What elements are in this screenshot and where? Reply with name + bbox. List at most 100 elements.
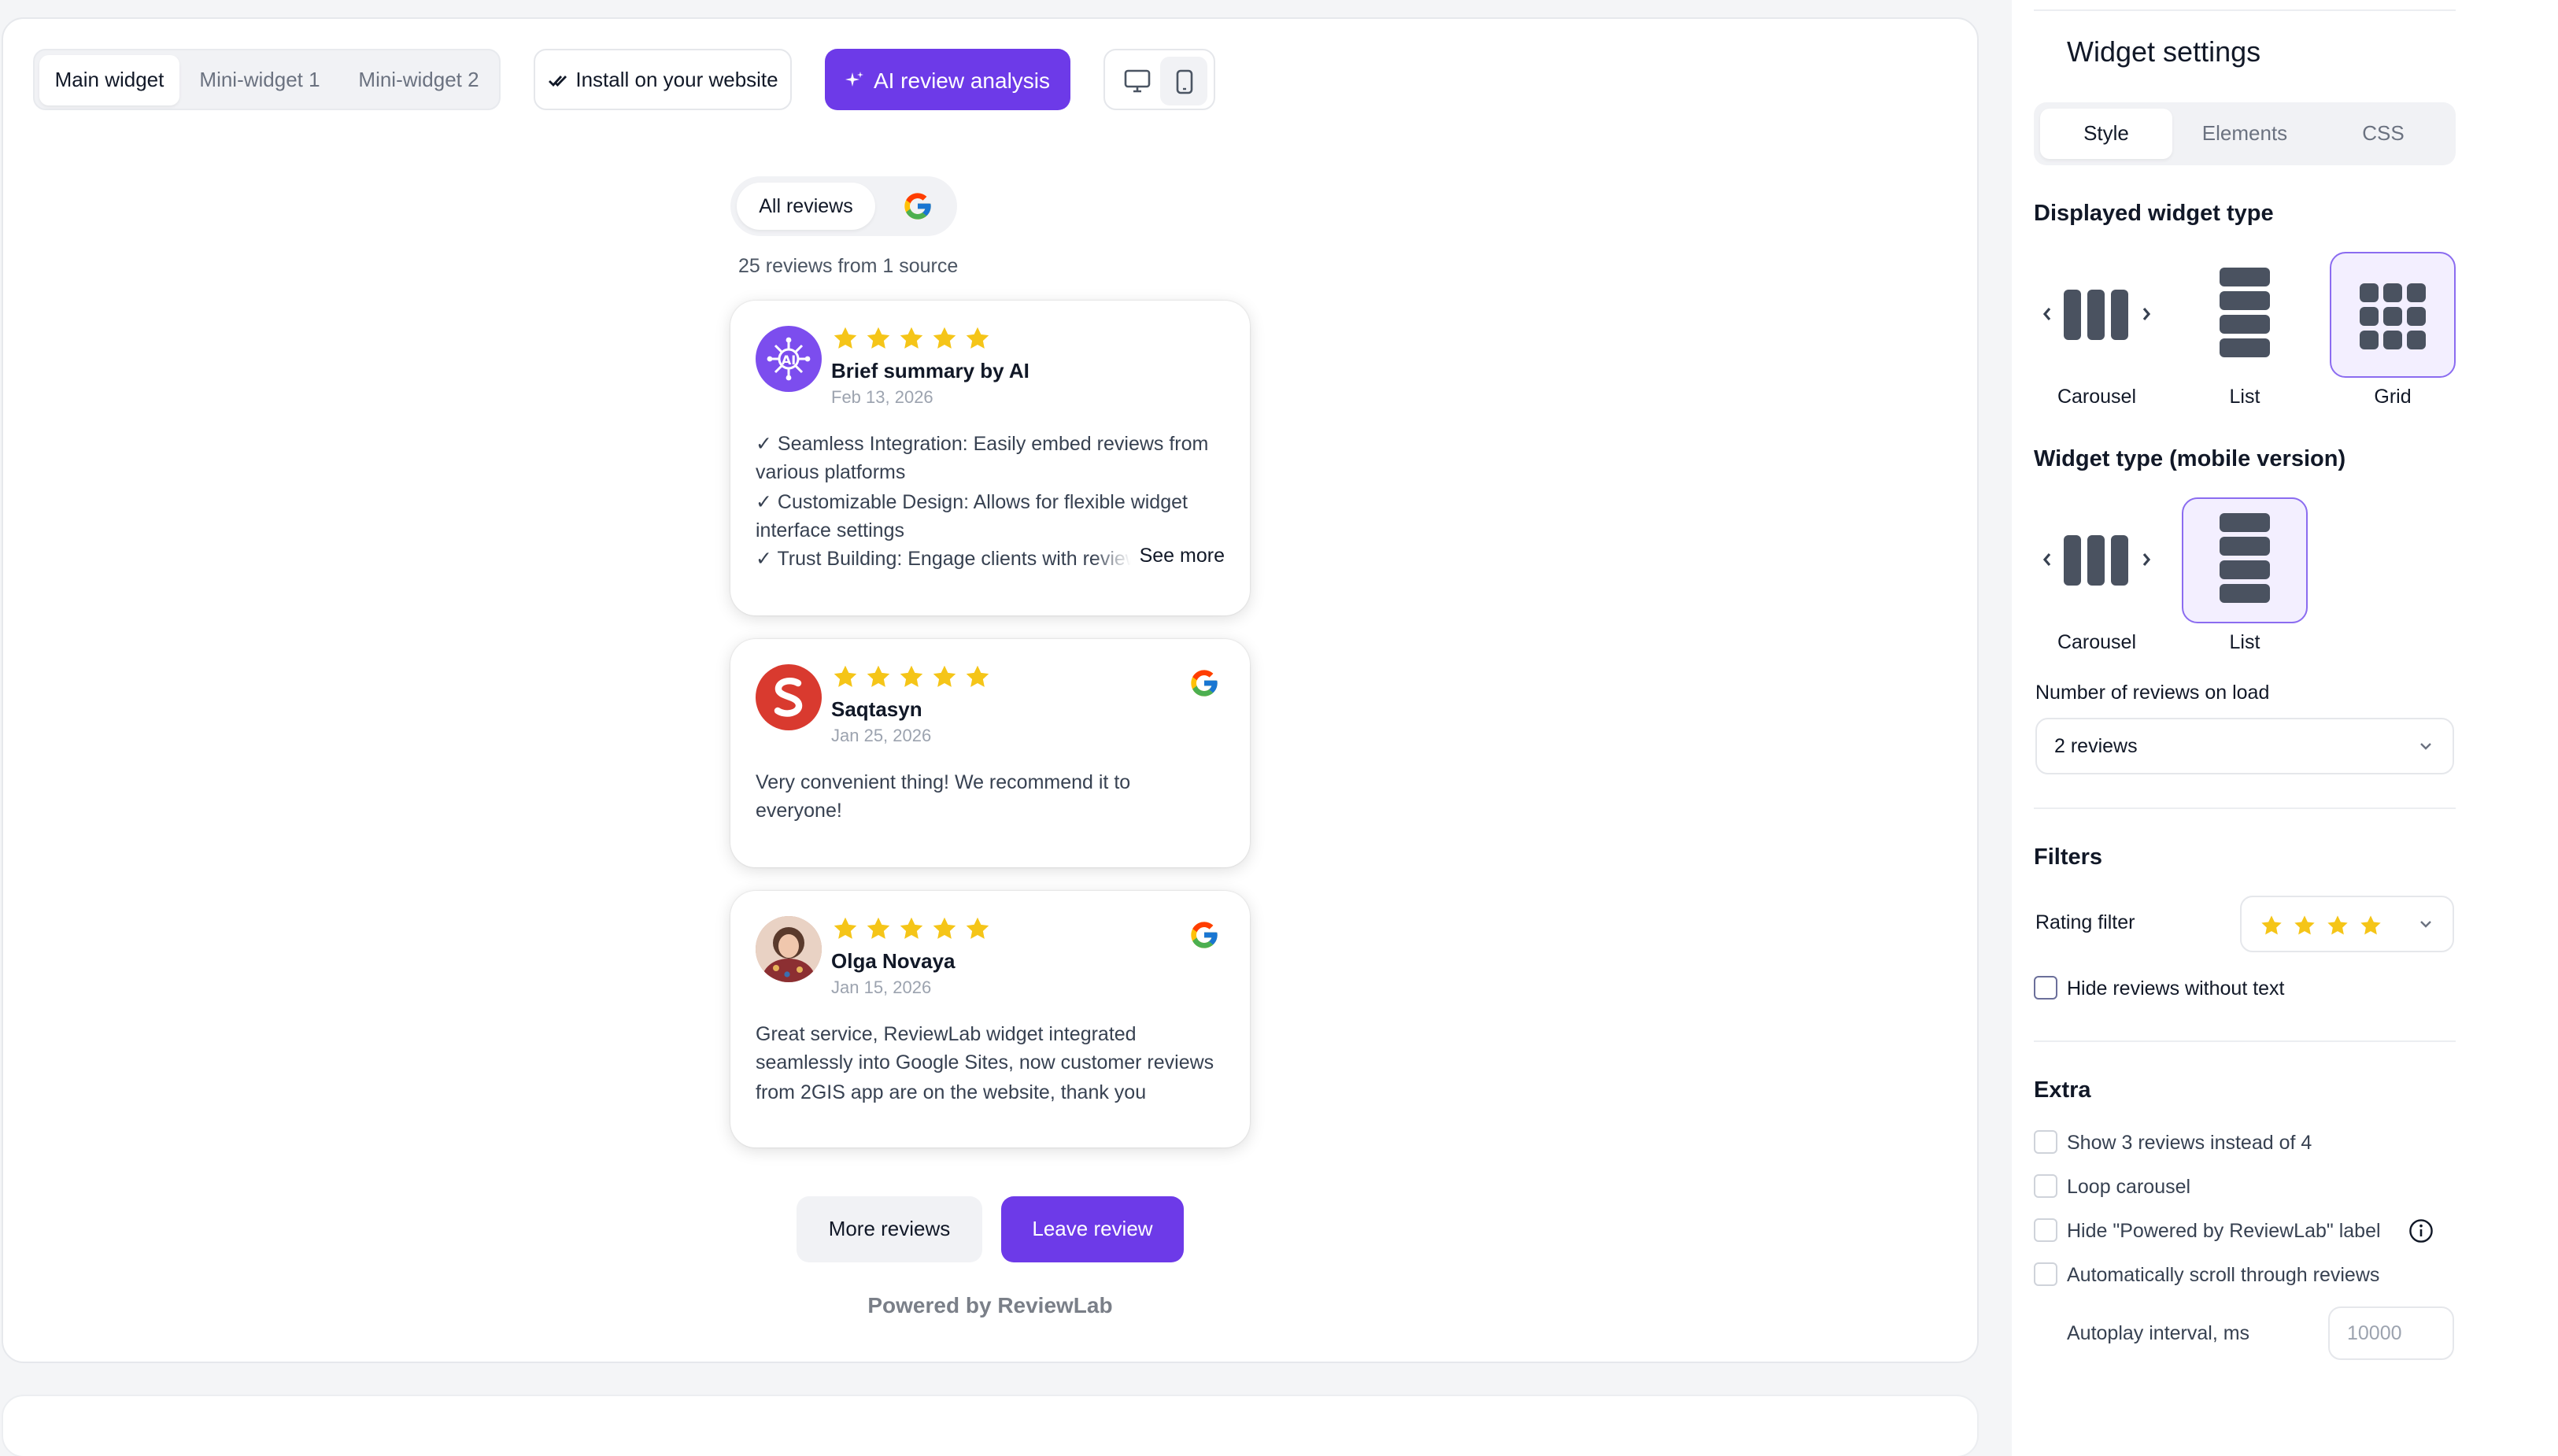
ai-brain-icon: AI [767,337,811,381]
widget-type-carousel[interactable] [2034,252,2160,378]
leave-review-button[interactable]: Leave review [1001,1196,1184,1262]
avatar [756,664,822,730]
svg-text:AI: AI [782,353,796,368]
autoplay-interval-placeholder: 10000 [2347,1322,2402,1344]
widget-type-list[interactable] [2182,252,2308,378]
mobile-list-label: List [2229,631,2260,653]
hide-powered-option[interactable]: Hide "Powered by ReviewLab" label [2034,1218,2381,1242]
review-date: Jan 25, 2026 [831,727,932,746]
star-icon [834,917,857,939]
list-icon [2220,268,2270,357]
google-source-filter[interactable] [902,190,933,230]
review-source [1188,919,1220,959]
all-reviews-filter[interactable]: All reviews [737,183,875,230]
ai-card-author: Brief summary by AI [831,359,1029,382]
double-check-icon [548,75,567,87]
hide-without-text-checkbox[interactable] [2034,976,2057,1000]
mobile-view-button[interactable] [1160,57,1207,105]
star-icon [2327,915,2348,935]
review-rating [831,915,992,943]
autoplay-interval-input[interactable]: 10000 [2328,1306,2454,1360]
avatar [756,916,822,982]
google-icon [1191,922,1218,948]
divider [2034,9,2456,11]
star-icon [900,327,923,349]
user-photo-icon [756,916,822,982]
displayed-type-heading: Displayed widget type [2034,201,2274,227]
loop-carousel-checkbox[interactable] [2034,1174,2057,1198]
show-3-reviews-option[interactable]: Show 3 reviews instead of 4 [2034,1130,2312,1154]
ai-card-date: Feb 13, 2026 [831,389,933,408]
ai-summary-line: ✓ Customizable Design: Allows for flexib… [756,490,1188,513]
grid-icon [2360,283,2426,349]
hide-without-text-option[interactable]: Hide reviews without text [2034,976,2285,1000]
google-icon [1191,670,1218,697]
ai-summary-card: AI Brief summary by AI Feb 13, 2026 ✓ Se… [730,301,1250,615]
info-icon[interactable] [2408,1218,2434,1244]
mobile-type-carousel[interactable] [2034,497,2160,623]
ai-summary-line: ✓ Seamless Integration: Easily embed rev… [756,433,1209,455]
settings-title: Widget settings [2067,36,2261,68]
tab-style[interactable]: Style [2040,109,2172,159]
mobile-type-list[interactable] [2182,497,2308,623]
chevron-down-icon [2420,921,2431,928]
tab-main-widget[interactable]: Main widget [39,55,179,105]
hide-without-text-label: Hide reviews without text [2067,977,2285,999]
settings-tabs: Style Elements CSS [2034,102,2456,165]
autoscroll-checkbox[interactable] [2034,1262,2057,1286]
mobile-type-heading: Widget type (mobile version) [2034,447,2346,472]
desktop-view-button[interactable] [1113,57,1160,105]
loop-carousel-option[interactable]: Loop carousel [2034,1174,2190,1198]
widget-type-grid[interactable] [2330,252,2456,378]
review-rating [831,663,992,691]
tab-mini-widget-1[interactable]: Mini-widget 1 [184,55,335,105]
loop-carousel-label: Loop carousel [2067,1175,2191,1197]
saqtasyn-logo-icon [774,678,803,717]
tab-mini-widget-2[interactable]: Mini-widget 2 [340,55,497,105]
review-card: Saqtasyn Jan 25, 2026 Very convenient th… [730,639,1250,867]
carousel-icon [2042,290,2151,340]
star-icon [966,327,989,349]
reviews-on-load-select[interactable]: 2 reviews [2035,718,2454,774]
hide-powered-label: Hide "Powered by ReviewLab" label [2067,1219,2381,1241]
review-author: Saqtasyn [831,697,922,721]
tab-css[interactable]: CSS [2317,109,2449,159]
ai-summary-line: interface settings [756,519,904,541]
rating-filter-select[interactable] [2240,896,2454,952]
show-3-reviews-label: Show 3 reviews instead of 4 [2067,1131,2312,1153]
autoscroll-option[interactable]: Automatically scroll through reviews [2034,1262,2379,1286]
review-date: Jan 15, 2026 [831,979,932,998]
review-text: Very convenient thing! We recommend it t… [756,771,1131,822]
powered-by-label[interactable]: Powered by ReviewLab [730,1292,1250,1317]
review-source [1188,667,1220,707]
ai-review-analysis-button[interactable]: AI review analysis [825,49,1070,110]
mobile-carousel-label: Carousel [2057,631,2137,653]
ai-review-label: AI review analysis [873,67,1051,92]
device-switcher [1103,49,1215,110]
sparkle-icon [845,71,863,86]
source-filter: All reviews [730,176,957,236]
star-icon [933,917,956,939]
reviews-on-load-label: Number of reviews on load [2035,682,2270,704]
ai-card-rating [831,324,992,353]
filters-heading: Filters [2034,845,2103,870]
more-reviews-button[interactable]: More reviews [797,1196,982,1262]
install-button[interactable]: Install on your website [534,49,792,110]
desktop-icon [1123,69,1150,93]
ai-avatar: AI [756,326,822,392]
see-more-link[interactable]: See more [1133,545,1225,567]
autoscroll-label: Automatically scroll through reviews [2067,1263,2380,1285]
tab-elements[interactable]: Elements [2179,109,2311,159]
extra-heading: Extra [2034,1078,2091,1103]
review-card: Olga Novaya Jan 15, 2026 Great service, … [730,891,1250,1147]
carousel-label: Carousel [2057,386,2137,408]
star-icon [2360,915,2381,935]
app-root: Main widget Mini-widget 1 Mini-widget 2 … [0,0,2558,1456]
widget-tabs: Main widget Mini-widget 1 Mini-widget 2 [33,49,501,110]
show-3-reviews-checkbox[interactable] [2034,1130,2057,1154]
review-text: Great service, ReviewLab widget integrat… [756,1023,1214,1103]
hide-powered-checkbox[interactable] [2034,1218,2057,1242]
divider [2034,1040,2456,1042]
star-icon [966,917,989,939]
bottom-panel [2,1395,1979,1456]
